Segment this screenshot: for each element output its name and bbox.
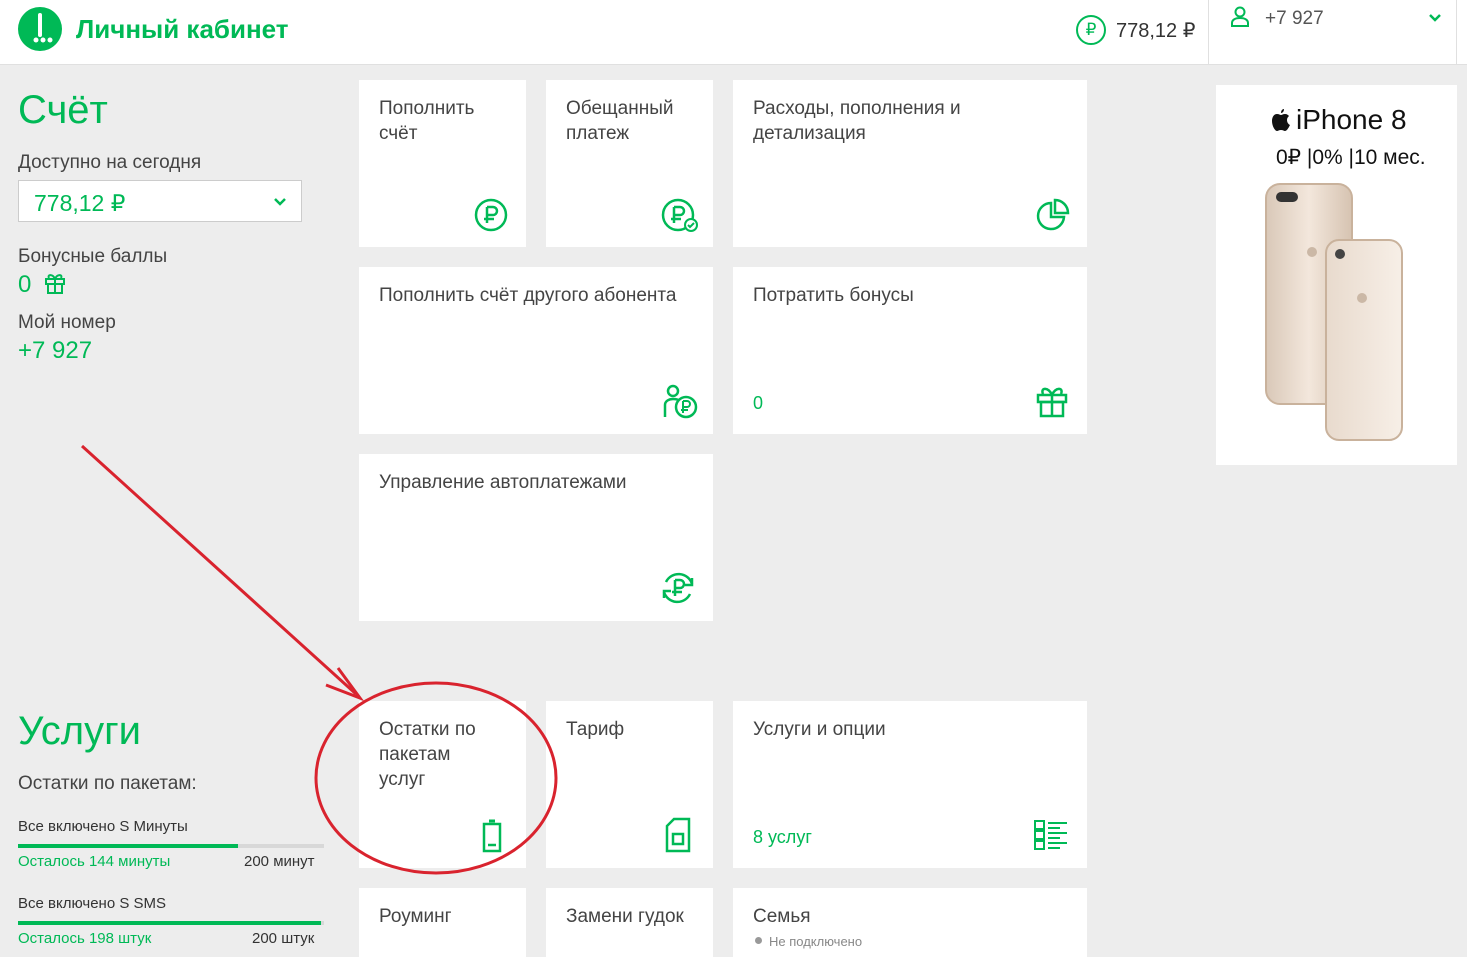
bonus-value: 0: [18, 271, 32, 298]
expenses-card[interactable]: Расходы, пополнения и детализация: [733, 80, 1087, 247]
package-progress-fill: [18, 844, 238, 848]
card-title: Обещанный платеж: [566, 98, 674, 144]
topup-other-card[interactable]: Пополнить счёт другого абонента: [359, 267, 713, 434]
red-arrow-annotation: [80, 444, 365, 702]
package-name: Все включено S SMS: [18, 895, 167, 912]
services-count: 8 услуг: [753, 827, 812, 847]
sim-card-icon: [664, 817, 692, 858]
user-icon: [1230, 6, 1250, 28]
header-balance[interactable]: 778,12 ₽: [1116, 18, 1195, 43]
balance-dropdown-value: 778,12 ₽: [34, 190, 126, 216]
package-total: 200 минут: [244, 853, 315, 870]
spend-bonus-card[interactable]: Потратить бонусы 0: [733, 267, 1087, 434]
ruble-circle-icon: [473, 197, 509, 238]
card-title: Расходы, пополнения и детализация: [753, 98, 961, 144]
bonus-label: Бонусные баллы: [18, 246, 168, 267]
ruble-check-icon: [660, 197, 700, 240]
roaming-card[interactable]: Роуминг: [359, 888, 526, 957]
ad-terms: 0₽ |0% |10 мес.: [1276, 146, 1426, 169]
available-label: Доступно на сегодня: [18, 152, 202, 173]
package-total: 200 штук: [252, 930, 315, 947]
package-progress-fill: [18, 921, 321, 925]
card-title: Остатки по пакетам услуг: [379, 719, 476, 790]
ad-title: iPhone 8: [1296, 104, 1407, 135]
number-label: Мой номер: [18, 312, 116, 333]
brand-title[interactable]: Личный кабинет: [76, 14, 289, 45]
services-options-card[interactable]: Услуги и опции 8 услуг: [733, 701, 1087, 868]
gift-icon: [44, 271, 66, 300]
card-title: Услуги и опции: [753, 719, 886, 740]
status-dot: [755, 937, 762, 944]
family-card[interactable]: Семья Не подключено: [733, 888, 1087, 957]
topup-card[interactable]: Пополнить счёт: [359, 80, 526, 247]
card-title: Управление автоплатежами: [379, 472, 627, 493]
apple-logo-icon: [1270, 108, 1292, 134]
header-divider: [1208, 0, 1209, 64]
megafon-logo-icon[interactable]: [18, 7, 62, 51]
promised-payment-card[interactable]: Обещанный платеж: [546, 80, 713, 247]
account-title: Счёт: [18, 88, 108, 132]
autopay-cycle-icon: [658, 568, 698, 613]
header-phone[interactable]: +7 927: [1265, 8, 1324, 30]
packages-label: Остатки по пакетам:: [18, 773, 197, 794]
chevron-down-icon[interactable]: [272, 195, 288, 207]
tariff-card[interactable]: Тариф: [546, 701, 713, 868]
package-remaining: Осталось 144 минуты: [18, 853, 171, 870]
iphone-image: [1262, 180, 1412, 450]
bonus-count: 0: [753, 393, 764, 413]
autopay-card[interactable]: Управление автоплатежами: [359, 454, 713, 621]
chevron-down-icon[interactable]: [1428, 10, 1442, 22]
card-title: Пополнить счёт: [379, 98, 475, 144]
card-title: Замени гудок: [566, 906, 684, 927]
family-status: Не подключено: [769, 934, 863, 949]
card-title: Семья: [753, 906, 811, 927]
card-title: Потратить бонусы: [753, 285, 914, 306]
number-value: +7 927: [18, 337, 93, 364]
ringback-card[interactable]: Замени гудок: [546, 888, 713, 957]
pie-chart-icon: [1035, 197, 1071, 238]
package-name: Все включено S Минуты: [18, 818, 188, 835]
options-list-icon: [1033, 819, 1069, 856]
person-ruble-icon: [661, 383, 699, 426]
package-remaining: Осталось 198 штук: [18, 930, 152, 947]
package-balances-card[interactable]: Остатки по пакетам услуг: [359, 701, 526, 868]
card-title: Тариф: [566, 719, 625, 740]
gift-icon: [1035, 383, 1069, 424]
ruble-circle-icon: ₽: [1076, 15, 1106, 45]
services-title: Услуги: [18, 709, 142, 753]
header-divider: [1456, 0, 1457, 64]
battery-icon: [481, 819, 503, 858]
card-title: Пополнить счёт другого абонента: [379, 285, 677, 306]
card-title: Роуминг: [379, 906, 452, 927]
